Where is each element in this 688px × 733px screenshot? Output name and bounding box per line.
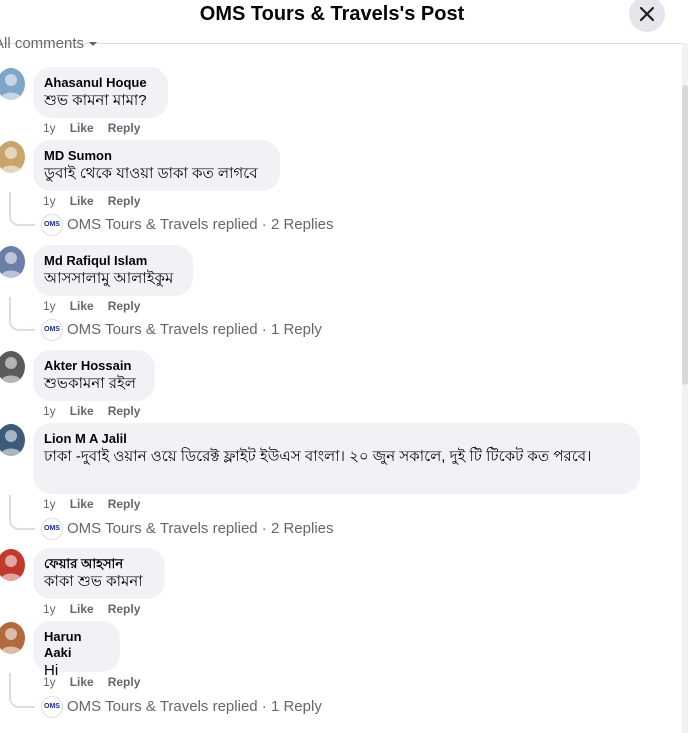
chevron-down-icon xyxy=(89,42,98,46)
comment-timestamp[interactable]: 1y xyxy=(43,404,56,418)
user-avatar-icon xyxy=(0,252,22,278)
view-replies-link[interactable]: OMS OMS Tours & Travels replied · 1 Reply xyxy=(41,319,322,341)
reply-button[interactable]: Reply xyxy=(108,194,141,208)
comment-text: ঢাকা -দুবাই ওয়ান ওয়ে ডিরেক্ট ফ্লাইট ইউ… xyxy=(44,448,592,465)
page-logo: OMS xyxy=(41,214,63,236)
comment-bubble: Harun Aaki Hi xyxy=(33,621,120,679)
reply-button[interactable]: Reply xyxy=(108,404,141,418)
reply-button[interactable]: Reply xyxy=(108,121,141,135)
user-avatar-icon xyxy=(0,628,22,654)
like-button[interactable]: Like xyxy=(70,675,94,689)
comment-text: শুভ কামনা মামা? xyxy=(44,92,147,109)
replies-label: OMS Tours & Travels replied · 2 Replies xyxy=(67,520,334,537)
like-button[interactable]: Like xyxy=(70,497,94,511)
comment-timestamp[interactable]: 1y xyxy=(43,194,56,208)
scrollbar-thumb[interactable] xyxy=(682,85,688,385)
avatar[interactable] xyxy=(0,424,25,456)
comment-author[interactable]: Ahasanul Hoque xyxy=(44,75,156,91)
replies-label: OMS Tours & Travels replied · 1 Reply xyxy=(67,321,322,338)
comment-timestamp[interactable]: 1y xyxy=(43,602,56,616)
comment-timestamp[interactable]: 1y xyxy=(43,675,56,689)
user-avatar-icon xyxy=(0,430,22,456)
post-header: OMS Tours & Travels's Post xyxy=(0,0,682,44)
reply-button[interactable]: Reply xyxy=(108,675,141,689)
comment-author[interactable]: Akter Hossain xyxy=(44,358,143,374)
thread-line xyxy=(9,192,35,226)
comment: Md Rafiqul Islam আসসালামু আলাইকুম 1y Like Re… xyxy=(0,245,682,343)
comment: ফেয়ার আহসান কাকা শুভ কামনা 1y Like Reply xyxy=(0,548,682,618)
user-avatar-icon xyxy=(0,74,22,100)
comment-bubble: Akter Hossain শুভকামনা রইল xyxy=(33,350,155,401)
comment-author[interactable]: Lion M A Jalil xyxy=(44,431,628,447)
comment-author[interactable]: MD Sumon xyxy=(44,148,268,164)
like-button[interactable]: Like xyxy=(70,602,94,616)
thread-line xyxy=(9,297,35,331)
like-button[interactable]: Like xyxy=(70,404,94,418)
page-logo: OMS xyxy=(41,696,63,718)
view-replies-link[interactable]: OMS OMS Tours & Travels replied · 2 Repli… xyxy=(41,214,334,236)
comment: MD Sumon ডুবাই থেকে যাওয়া ডাকা কত লাগবে 1… xyxy=(0,140,682,238)
comment-actions: 1y Like Reply xyxy=(43,497,154,511)
comment-actions: 1y Like Reply xyxy=(43,121,154,135)
comment-actions: 1y Like Reply xyxy=(43,675,154,689)
like-button[interactable]: Like xyxy=(70,121,94,135)
comment-author[interactable]: ফেয়ার আহসান xyxy=(44,556,153,572)
view-replies-link[interactable]: OMS OMS Tours & Travels replied · 1 Reply xyxy=(41,696,322,718)
comment-author[interactable]: Md Rafiqul Islam xyxy=(44,253,181,269)
comment-actions: 1y Like Reply xyxy=(43,602,154,616)
avatar[interactable] xyxy=(0,68,25,100)
avatar[interactable] xyxy=(0,622,25,654)
comment-actions: 1y Like Reply xyxy=(43,299,154,313)
comment: Ahasanul Hoque শুভ কামনা মামা? 1y Like Reply xyxy=(0,67,682,137)
post-title: OMS Tours & Travels's Post xyxy=(199,3,465,25)
filter-label: All comments xyxy=(0,35,85,52)
reply-button[interactable]: Reply xyxy=(108,299,141,313)
close-icon xyxy=(639,6,655,22)
like-button[interactable]: Like xyxy=(70,299,94,313)
user-avatar-icon xyxy=(0,555,22,581)
user-avatar-icon xyxy=(0,147,22,173)
reply-button[interactable]: Reply xyxy=(108,602,141,616)
thread-line xyxy=(9,673,35,708)
avatar[interactable] xyxy=(0,549,25,581)
page-logo: OMS xyxy=(41,518,63,540)
thread-line xyxy=(9,495,35,530)
comment-bubble: MD Sumon ডুবাই থেকে যাওয়া ডাকা কত লাগবে xyxy=(33,140,280,191)
comment-filter-dropdown[interactable]: All comments xyxy=(0,35,98,53)
user-avatar-icon xyxy=(0,357,22,383)
avatar[interactable] xyxy=(0,351,25,383)
replies-label: OMS Tours & Travels replied · 2 Replies xyxy=(67,216,334,233)
comment: Akter Hossain শুভকামনা রইল 1y Like Reply xyxy=(0,350,682,420)
comment-timestamp[interactable]: 1y xyxy=(43,299,56,313)
comment-bubble: Lion M A Jalil ঢাকা -দুবাই ওয়ান ওয়ে ডির… xyxy=(33,423,640,494)
comment-bubble: ফেয়ার আহসান কাকা শুভ কামনা xyxy=(33,548,165,599)
replies-label: OMS Tours & Travels replied · 1 Reply xyxy=(67,698,322,715)
avatar[interactable] xyxy=(0,141,25,173)
comment-author[interactable]: Harun Aaki xyxy=(44,629,108,661)
comment-text: ডুবাই থেকে যাওয়া ডাকা কত লাগবে xyxy=(44,165,258,182)
comment-timestamp[interactable]: 1y xyxy=(43,121,56,135)
reply-button[interactable]: Reply xyxy=(108,497,141,511)
comment-text: আসসালামু আলাইকুম xyxy=(44,270,174,287)
like-button[interactable]: Like xyxy=(70,194,94,208)
comment: Lion M A Jalil ঢাকা -দুবাই ওয়ান ওয়ে ডির… xyxy=(0,423,682,542)
comment-text: শুভকামনা রইল xyxy=(44,375,136,392)
page-logo: OMS xyxy=(41,319,63,341)
comment: Harun Aaki Hi 1y Like Reply OMS OMS Tours & Tr… xyxy=(0,621,682,720)
view-replies-link[interactable]: OMS OMS Tours & Travels replied · 2 Repli… xyxy=(41,518,334,540)
comment-text: কাকা শুভ কামনা xyxy=(44,573,143,590)
comment-bubble: Md Rafiqul Islam আসসালামু আলাইকুম xyxy=(33,245,193,296)
comment-actions: 1y Like Reply xyxy=(43,194,154,208)
avatar[interactable] xyxy=(0,246,25,278)
comment-actions: 1y Like Reply xyxy=(43,404,154,418)
comment-timestamp[interactable]: 1y xyxy=(43,497,56,511)
comment-bubble: Ahasanul Hoque শুভ কামনা মামা? xyxy=(33,67,168,118)
